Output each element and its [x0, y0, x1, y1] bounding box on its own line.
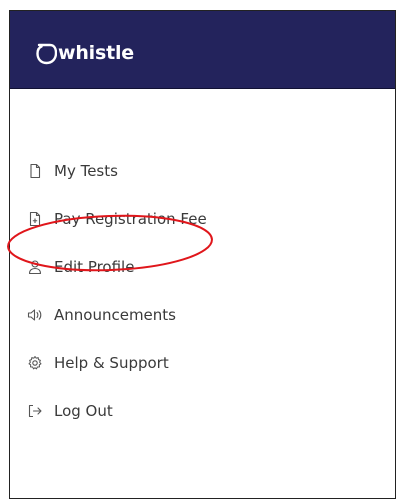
sidebar-item-label: Help & Support — [54, 354, 169, 372]
brand-name: whistle — [58, 42, 134, 64]
sidebar-item-log-out[interactable]: Log Out — [27, 399, 113, 423]
sidebar-item-my-tests[interactable]: My Tests — [27, 159, 118, 183]
whistle-logo-icon — [36, 43, 57, 65]
sidebar-item-announcements[interactable]: Announcements — [27, 303, 176, 327]
app-window: whistle My Tests Pay Registration Fee Ed… — [9, 10, 396, 499]
sidebar-item-edit-profile[interactable]: Edit Profile — [27, 255, 134, 279]
document-icon — [27, 163, 43, 179]
speaker-icon — [27, 307, 43, 323]
brand-logo[interactable]: whistle — [35, 35, 134, 65]
sidebar-item-help-support[interactable]: Help & Support — [27, 351, 169, 375]
gear-icon — [27, 355, 43, 371]
sidebar-item-label: Announcements — [54, 306, 176, 324]
sidebar-item-label: Pay Registration Fee — [54, 210, 207, 228]
sidebar-item-label: Edit Profile — [54, 258, 135, 276]
sidebar-item-label: My Tests — [54, 162, 118, 180]
user-icon — [27, 259, 43, 275]
sidebar-item-pay-registration-fee[interactable]: Pay Registration Fee — [27, 207, 207, 231]
top-bar: whistle — [10, 11, 395, 89]
document-add-icon — [27, 211, 43, 227]
sidebar-item-label: Log Out — [54, 402, 113, 420]
logout-icon — [27, 403, 43, 419]
